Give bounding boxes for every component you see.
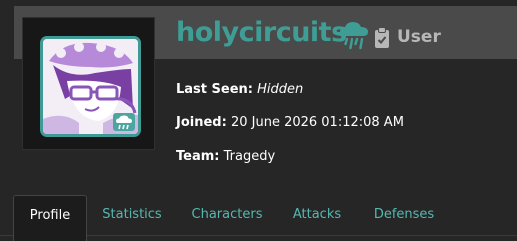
tab-profile[interactable]: Profile [13,195,87,241]
last-seen-value: Hidden [257,82,304,97]
username: holycircuits [176,17,347,48]
avatar-frame [22,17,155,150]
clipboard-icon [375,27,389,48]
team-value: Tragedy [223,149,276,164]
tab-characters[interactable]: Characters [180,195,274,241]
team-row: Team: Tragedy [176,150,275,163]
tab-attacks[interactable]: Attacks [282,195,352,241]
rain-cloud-icon [113,113,135,131]
joined-row: Joined: 20 June 2026 01:12:08 AM [176,116,404,129]
role-label: User [397,27,441,47]
team-label: Team: [176,149,220,164]
rain-cloud-icon [340,22,368,50]
joined-label: Joined: [176,115,227,130]
tab-defenses[interactable]: Defenses [360,195,448,241]
avatar[interactable] [40,36,141,137]
last-seen-label: Last Seen: [176,82,253,97]
joined-value: 20 June 2026 01:12:08 AM [230,115,404,130]
tab-statistics[interactable]: Statistics [92,195,172,241]
last-seen-row: Last Seen: Hidden [176,83,303,96]
